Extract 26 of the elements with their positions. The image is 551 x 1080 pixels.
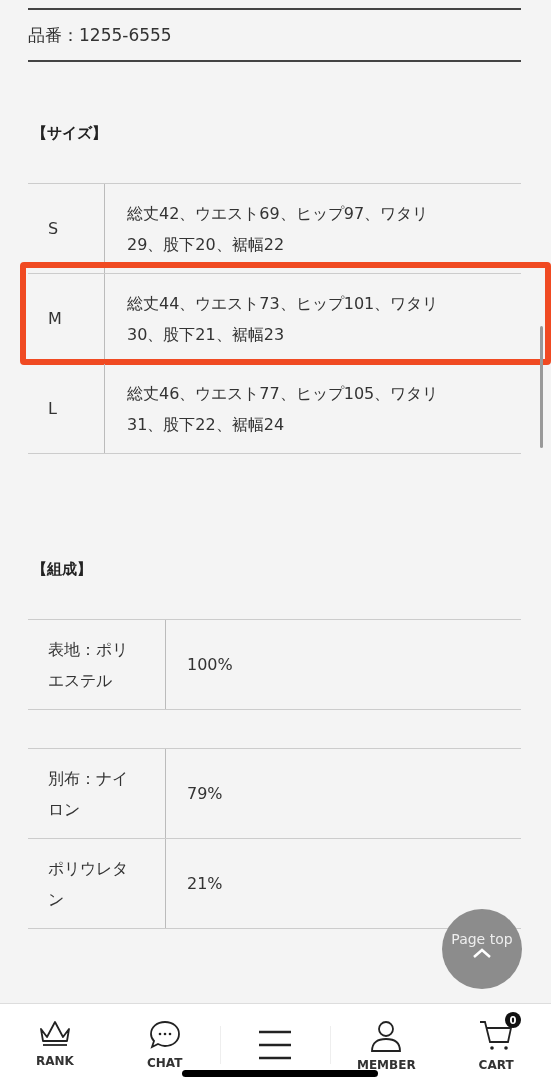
material-percent: 21% bbox=[187, 874, 223, 893]
product-code: 品番：1255-6555 bbox=[28, 25, 172, 45]
size-label: S bbox=[48, 219, 59, 238]
material-name: 別布：ナイロン bbox=[48, 767, 129, 821]
material-percent: 100% bbox=[187, 655, 233, 674]
nav-tab[interactable]: CHAT bbox=[109, 1004, 220, 1074]
section-heading: 【組成】 bbox=[32, 560, 93, 579]
section-heading: 【サイズ】 bbox=[32, 124, 108, 143]
measurements-text: 総丈44、ウエスト73、ヒップ101、ワタリ30、股下21、裾幅23 bbox=[127, 292, 440, 346]
measurements-text: 総丈46、ウエスト77、ヒップ105、ワタリ31、股下22、裾幅24 bbox=[127, 382, 440, 436]
chevron-up-icon bbox=[472, 947, 492, 959]
nav-tab[interactable]: MEMBER bbox=[331, 1004, 442, 1074]
person-icon bbox=[369, 1020, 404, 1052]
count-badge: 0 bbox=[505, 1012, 521, 1028]
material-percent: 79% bbox=[187, 784, 223, 803]
size-label: M bbox=[48, 309, 62, 328]
size-label: L bbox=[48, 399, 57, 418]
measurements-text: 総丈42、ウエスト69、ヒップ97、ワタリ29、股下20、裾幅22 bbox=[127, 202, 430, 256]
nav-tab[interactable]: 0 CART bbox=[441, 1004, 551, 1074]
menu-button[interactable] bbox=[219, 1026, 332, 1064]
chat-icon bbox=[148, 1020, 181, 1050]
crown-icon bbox=[37, 1020, 72, 1048]
material-name: ポリウレタン bbox=[48, 857, 129, 911]
material-name: 表地：ポリエステル bbox=[48, 638, 129, 692]
menu-icon bbox=[258, 1028, 293, 1062]
nav-tab[interactable]: RANK bbox=[0, 1004, 110, 1074]
